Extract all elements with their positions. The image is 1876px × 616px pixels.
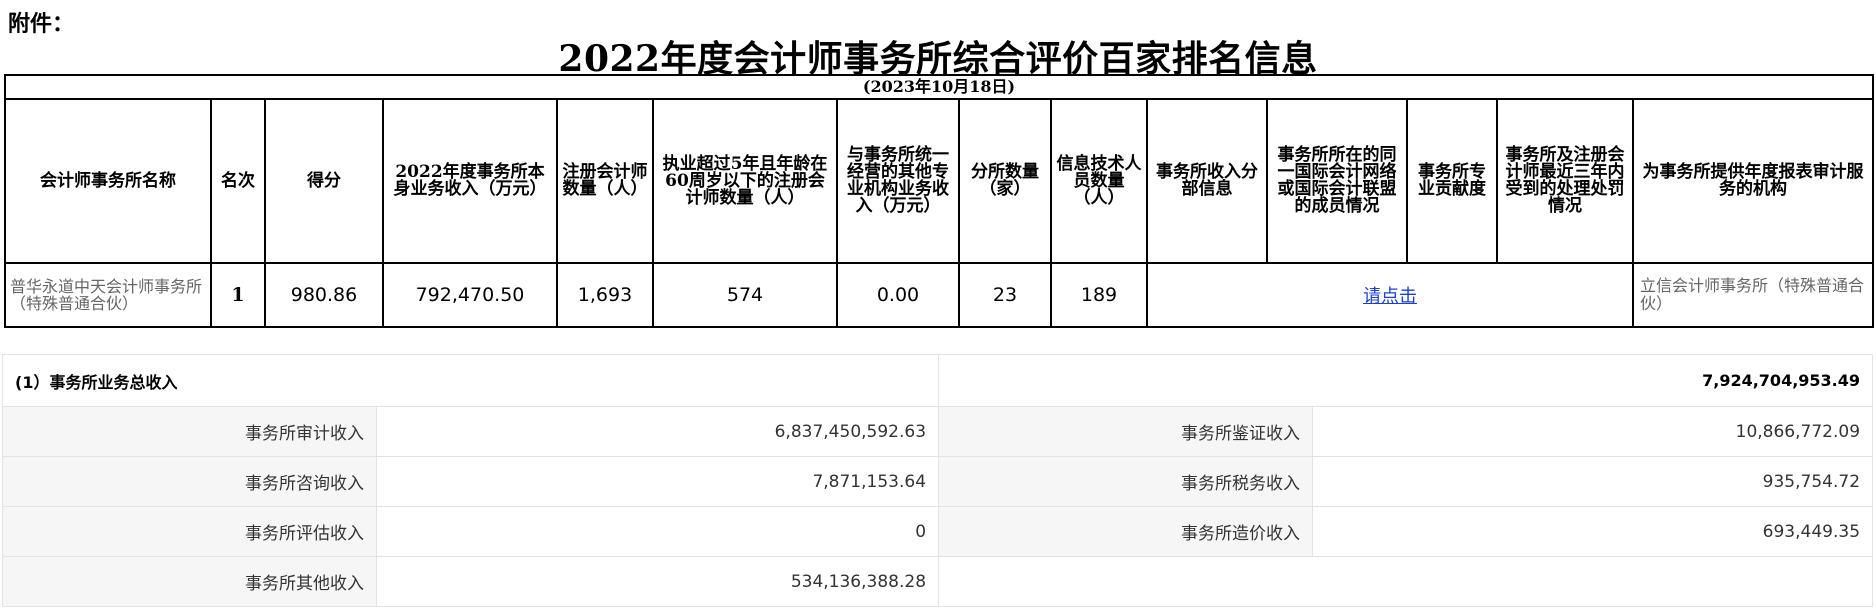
header-contribution: 事务所专业贡献度 bbox=[1406, 98, 1498, 264]
tax-income-value: 935,754.72 bbox=[1312, 456, 1874, 507]
cell-it-staff: 189 bbox=[1050, 262, 1148, 328]
consulting-income-value: 7,871,153.64 bbox=[375, 456, 940, 507]
header-revenue: 2022年度事务所本身业务收入（万元） bbox=[382, 98, 558, 264]
assurance-income-value: 10,866,772.09 bbox=[1312, 406, 1874, 457]
table-row: 事务所审计收入 6,837,450,592.63 事务所鉴证收入 10,866,… bbox=[2, 406, 1874, 457]
ranking-table: (2023年10月18日) 会计师事务所名称 名次 得分 2022年度事务所本身… bbox=[4, 74, 1874, 328]
table-row: 普华永道中天会计师事务所（特殊普通合伙） 1 980.86 792,470.50… bbox=[4, 262, 1874, 328]
header-firm-name: 会计师事务所名称 bbox=[4, 98, 212, 264]
cell-cpa-count: 1,693 bbox=[556, 262, 654, 328]
consulting-income-label: 事务所咨询收入 bbox=[2, 456, 377, 507]
total-income-row: (1）事务所业务总收入 7,924,704,953.49 bbox=[1, 354, 1874, 407]
date-caption: (2023年10月18日) bbox=[4, 74, 1874, 100]
cell-score: 980.86 bbox=[264, 262, 384, 328]
income-table: (1）事务所业务总收入 7,924,704,953.49 事务所审计收入 6,8… bbox=[1, 354, 1874, 607]
assurance-income-label: 事务所鉴证收入 bbox=[938, 406, 1314, 457]
other-income-label: 事务所其他收入 bbox=[2, 556, 377, 607]
header-branches: 分所数量（家） bbox=[958, 98, 1052, 264]
header-income-segment: 事务所收入分部信息 bbox=[1146, 98, 1268, 264]
header-it-staff: 信息技术人员数量（人） bbox=[1050, 98, 1148, 264]
audit-income-value: 6,837,450,592.63 bbox=[375, 406, 940, 457]
total-income-value: 7,924,704,953.49 bbox=[938, 354, 1874, 407]
cost-income-label: 事务所造价收入 bbox=[938, 506, 1314, 557]
details-link[interactable]: 请点击 bbox=[1363, 286, 1417, 307]
header-cpa-5yr: 执业超过5年且年龄在60周岁以下的注册会计师数量（人） bbox=[652, 98, 838, 264]
empty-cell bbox=[938, 556, 1874, 607]
cost-income-value: 693,449.35 bbox=[1312, 506, 1874, 557]
table-row: 事务所评估收入 0 事务所造价收入 693,449.35 bbox=[2, 506, 1874, 557]
cell-branches: 23 bbox=[958, 262, 1052, 328]
header-network-membership: 事务所所在的同一国际会计网络或国际会计联盟的成员情况 bbox=[1266, 98, 1408, 264]
header-penalties: 事务所及注册会计师最近三年内受到的处理处罚情况 bbox=[1496, 98, 1634, 264]
cell-revenue: 792,470.50 bbox=[382, 262, 558, 328]
cell-details: 请点击 bbox=[1146, 262, 1634, 328]
audit-income-label: 事务所审计收入 bbox=[2, 406, 377, 457]
header-other-revenue: 与事务所统一经营的其他专业机构业务收入（万元） bbox=[836, 98, 960, 264]
valuation-income-value: 0 bbox=[375, 506, 940, 557]
cell-rank: 1 bbox=[210, 262, 266, 328]
cell-auditor: 立信会计师事务所（特殊普通合伙） bbox=[1632, 262, 1874, 328]
table-row: 事务所咨询收入 7,871,153.64 事务所税务收入 935,754.72 bbox=[2, 456, 1874, 507]
valuation-income-label: 事务所评估收入 bbox=[2, 506, 377, 557]
cell-other-revenue: 0.00 bbox=[836, 262, 960, 328]
header-cpa-count: 注册会计师数量（人） bbox=[556, 98, 654, 264]
cell-firm-name: 普华永道中天会计师事务所（特殊普通合伙） bbox=[4, 262, 212, 328]
other-income-value: 534,136,388.28 bbox=[375, 556, 940, 607]
tax-income-label: 事务所税务收入 bbox=[938, 456, 1314, 507]
total-income-label: (1）事务所业务总收入 bbox=[1, 354, 940, 407]
cell-cpa-5yr: 574 bbox=[652, 262, 838, 328]
header-score: 得分 bbox=[264, 98, 384, 264]
header-auditor: 为事务所提供年度报表审计服务的机构 bbox=[1632, 98, 1874, 264]
header-rank: 名次 bbox=[210, 98, 266, 264]
table-row: 事务所其他收入 534,136,388.28 bbox=[2, 556, 1874, 607]
